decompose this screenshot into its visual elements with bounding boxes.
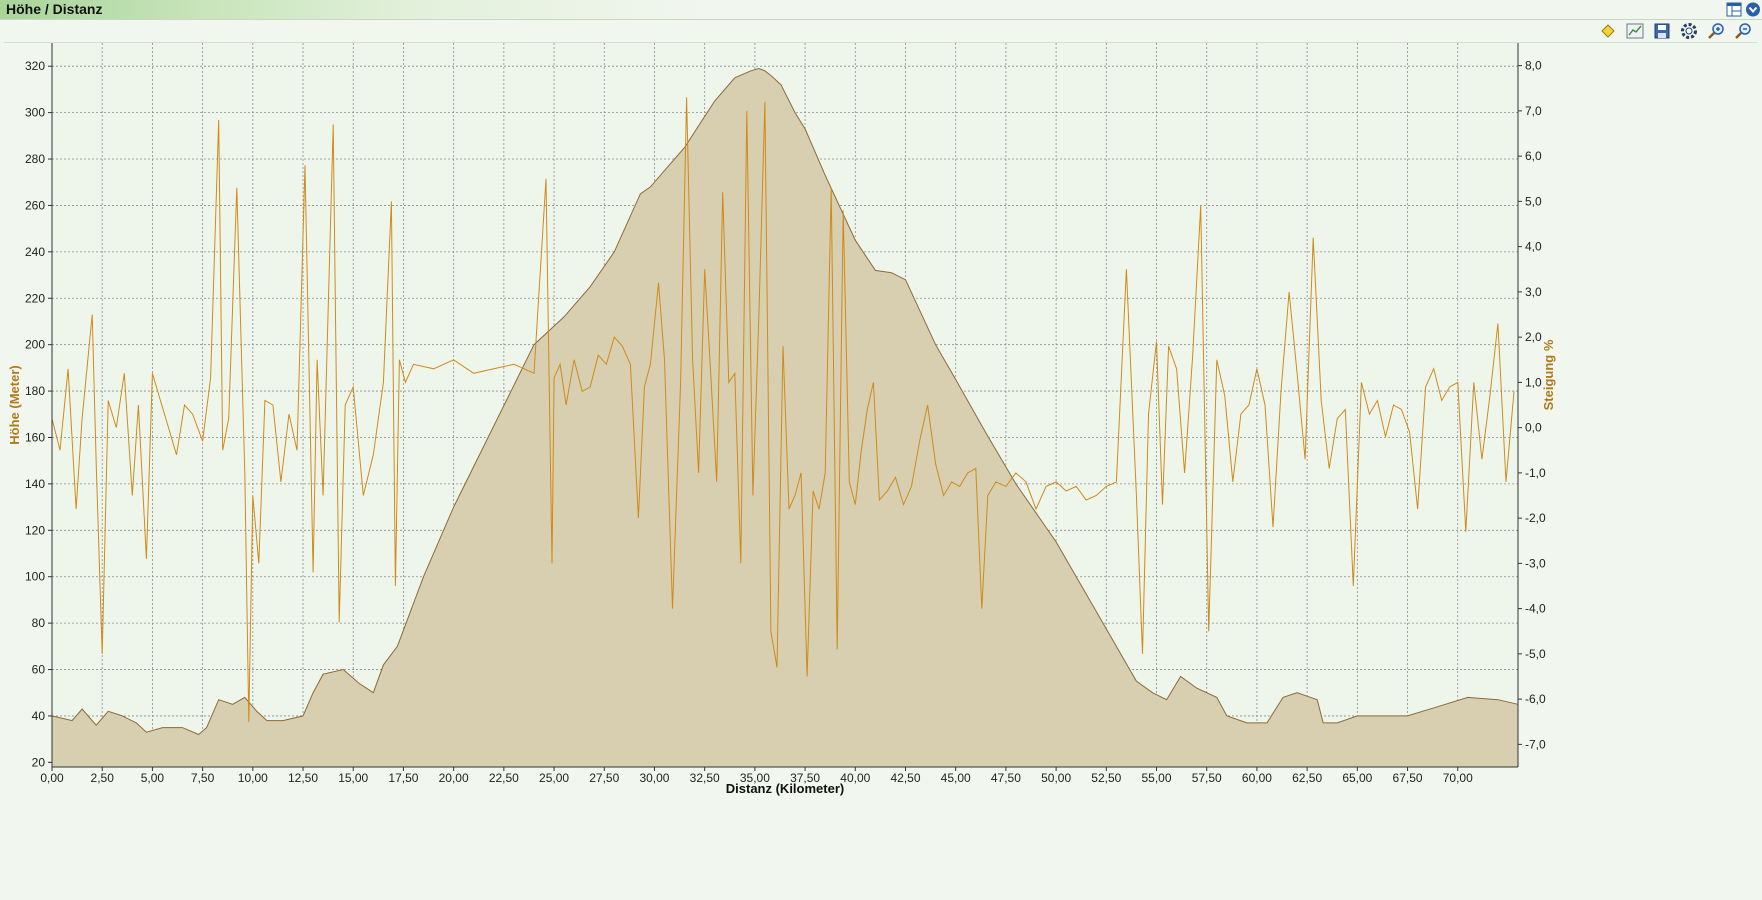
x-tick-label: 5,00 [141, 771, 165, 785]
y-axis-tick-labels: 20 40 60 80 100 120 140 160 180 200 220 240 260 280 30… [25, 59, 45, 769]
x-axis-title: Distanz (Kilometer) [726, 781, 844, 796]
x-tick-label: 7,50 [191, 771, 215, 785]
y2-tick-label: 6,0 [1525, 149, 1542, 163]
y2-tick-label: -5,0 [1525, 647, 1546, 661]
x-tick-label: 65,00 [1342, 771, 1372, 785]
x-tick-label: 42,50 [890, 771, 920, 785]
x-tick-label: 47,50 [991, 771, 1021, 785]
x-tick-label: 52,50 [1091, 771, 1121, 785]
y2-tick-label: 1,0 [1525, 375, 1542, 389]
x-tick-label: 2,50 [91, 771, 115, 785]
x-tick-label: 70,00 [1443, 771, 1473, 785]
x-tick-label: 60,00 [1242, 771, 1272, 785]
x-tick-label: 27,50 [589, 771, 619, 785]
x-tick-label: 45,00 [941, 771, 971, 785]
y-tick-label: 200 [25, 338, 45, 352]
y2-tick-label: -1,0 [1525, 466, 1546, 480]
y2-tick-label: 2,0 [1525, 330, 1542, 344]
y-tick-label: 60 [32, 663, 46, 677]
x-tick-label: 50,00 [1041, 771, 1071, 785]
x-tick-label: 40,00 [840, 771, 870, 785]
y-tick-label: 140 [25, 477, 45, 491]
x-tick-label: 55,00 [1142, 771, 1172, 785]
elevation-distance-chart[interactable]: 0,00 2,50 5,00 7,50 10,00 12,50 15,00 17,50 20,0… [0, 0, 1762, 900]
y2-tick-label: -3,0 [1525, 556, 1546, 570]
x-tick-label: 20,00 [439, 771, 469, 785]
y2-tick-label: -7,0 [1525, 737, 1546, 751]
x-tick-label: 15,00 [338, 771, 368, 785]
y-tick-label: 120 [25, 523, 45, 537]
x-tick-label: 25,00 [539, 771, 569, 785]
y-tick-label: 80 [32, 616, 46, 630]
y2-axis-title: Steigung % [1541, 339, 1556, 410]
y-tick-label: 160 [25, 430, 45, 444]
y2-tick-label: 5,0 [1525, 194, 1542, 208]
x-tick-label: 32,50 [690, 771, 720, 785]
y-tick-label: 280 [25, 152, 45, 166]
y2-tick-label: 4,0 [1525, 240, 1542, 254]
y-tick-label: 20 [32, 755, 46, 769]
x-tick-label: 67,50 [1393, 771, 1423, 785]
x-tick-label: 22,50 [489, 771, 519, 785]
x-tick-label: 0,00 [40, 771, 64, 785]
y2-tick-label: 0,0 [1525, 421, 1542, 435]
y-tick-label: 300 [25, 106, 45, 120]
x-tick-label: 57,50 [1192, 771, 1222, 785]
y-tick-label: 260 [25, 198, 45, 212]
y-axis-title: Höhe (Meter) [7, 365, 22, 444]
x-tick-label: 17,50 [388, 771, 418, 785]
y-tick-label: 240 [25, 245, 45, 259]
x-tick-label: 30,00 [639, 771, 669, 785]
x-tick-label: 10,00 [238, 771, 268, 785]
y-tick-label: 180 [25, 384, 45, 398]
y2-tick-label: 3,0 [1525, 285, 1542, 299]
y-tick-label: 320 [25, 59, 45, 73]
y-tick-label: 220 [25, 291, 45, 305]
y2-tick-label: 8,0 [1525, 59, 1542, 73]
y2-tick-label: 7,0 [1525, 104, 1542, 118]
y-tick-label: 100 [25, 570, 45, 584]
y-tick-label: 40 [32, 709, 46, 723]
x-tick-label: 12,50 [288, 771, 318, 785]
x-tick-label: 62,50 [1292, 771, 1322, 785]
y2-tick-label: -4,0 [1525, 602, 1546, 616]
y2-tick-label: -2,0 [1525, 511, 1546, 525]
y2-tick-label: -6,0 [1525, 692, 1546, 706]
